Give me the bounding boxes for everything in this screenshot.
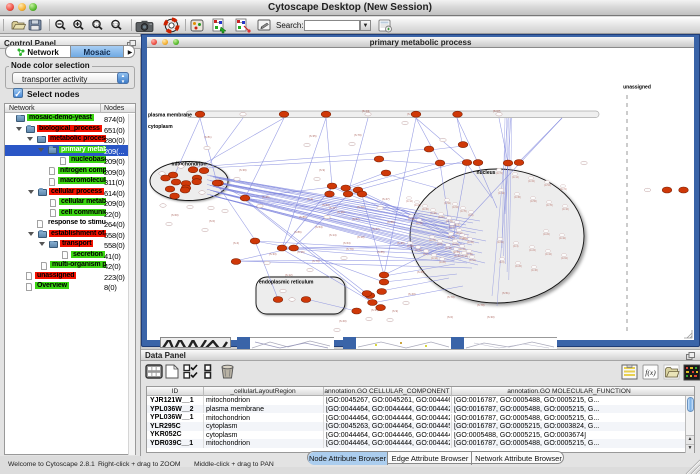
svg-text:(G:26): (G:26)	[515, 265, 522, 268]
svg-text:(G:12): (G:12)	[406, 200, 413, 203]
svg-text:(S:47): (S:47)	[382, 197, 390, 201]
svg-text:(G:42): (G:42)	[461, 255, 468, 258]
svg-text:(S:54): (S:54)	[315, 225, 323, 229]
svg-text:(G:70): (G:70)	[415, 249, 422, 252]
svg-text:(G:44): (G:44)	[545, 253, 552, 256]
svg-text:(G:34): (G:34)	[467, 241, 474, 244]
svg-text:(S:51): (S:51)	[502, 291, 510, 295]
svg-text:(S:0): (S:0)	[209, 219, 215, 223]
svg-text:(G:60): (G:60)	[438, 216, 445, 219]
svg-text:(G:2): (G:2)	[423, 253, 429, 256]
svg-text:(G:22): (G:22)	[459, 237, 466, 240]
svg-text:(S:70): (S:70)	[357, 205, 365, 209]
svg-text:(S:15): (S:15)	[337, 210, 345, 214]
svg-text:(G:24): (G:24)	[414, 204, 421, 207]
svg-text:(G:36): (G:36)	[514, 196, 521, 199]
svg-text:(S:77): (S:77)	[329, 206, 337, 210]
svg-text:(G:58): (G:58)	[407, 245, 414, 248]
svg-text:(S:40): (S:40)	[408, 292, 416, 296]
svg-text:(S:10): (S:10)	[357, 235, 365, 239]
svg-text:(S:4): (S:4)	[233, 241, 239, 245]
svg-text:(S:79): (S:79)	[354, 133, 362, 137]
svg-text:(G:16): (G:16)	[498, 192, 505, 195]
svg-text:(S:25): (S:25)	[297, 250, 305, 254]
svg-text:mitochondrion: mitochondrion	[172, 161, 207, 167]
svg-text:(G:14): (G:14)	[512, 176, 519, 179]
svg-text:(G:52): (G:52)	[444, 202, 451, 205]
svg-text:(G:54): (G:54)	[544, 184, 551, 187]
svg-text:(S:67): (S:67)	[352, 217, 360, 221]
svg-text:endoplasmic reticulum: endoplasmic reticulum	[259, 279, 314, 285]
svg-text:(G:64): (G:64)	[561, 257, 568, 260]
svg-text:(G:54): (G:54)	[469, 259, 476, 262]
svg-text:(G:24): (G:24)	[529, 249, 536, 252]
svg-text:(G:48): (G:48)	[430, 212, 437, 215]
svg-text:(S:33): (S:33)	[269, 252, 277, 256]
svg-text:(G:22): (G:22)	[543, 233, 550, 236]
svg-text:(G:10): (G:10)	[448, 236, 455, 239]
svg-text:(G:14): (G:14)	[431, 257, 438, 260]
svg-text:(S:81): (S:81)	[204, 135, 212, 139]
svg-text:(S:79): (S:79)	[312, 259, 320, 263]
svg-text:(G:6): (G:6)	[499, 261, 505, 264]
svg-text:(G:76): (G:76)	[460, 210, 467, 213]
svg-text:(S:86): (S:86)	[299, 215, 307, 219]
svg-text:(S:2): (S:2)	[307, 197, 313, 201]
svg-text:(G:32): (G:32)	[408, 218, 415, 221]
svg-text:(S:12): (S:12)	[285, 273, 293, 277]
svg-text:(S:47): (S:47)	[372, 227, 380, 231]
svg-text:(G:18): (G:18)	[445, 247, 452, 250]
svg-text:(S:35): (S:35)	[309, 134, 317, 138]
svg-text:(S:9): (S:9)	[319, 168, 325, 172]
svg-text:(G:26): (G:26)	[439, 261, 446, 264]
svg-text:(G:72): (G:72)	[446, 220, 453, 223]
svg-text:cytoplasm: cytoplasm	[148, 124, 173, 130]
svg-text:(S:39): (S:39)	[239, 168, 247, 172]
svg-text:(S:79): (S:79)	[346, 247, 354, 251]
svg-text:(G:74): (G:74)	[560, 188, 567, 191]
svg-text:(G:36): (G:36)	[422, 208, 429, 211]
svg-text:(S:9): (S:9)	[392, 309, 398, 313]
svg-text:(G:56): (G:56)	[530, 200, 537, 203]
svg-text:(G:30): (G:30)	[453, 251, 460, 254]
svg-text:(G:16): (G:16)	[562, 208, 569, 211]
svg-text:1:1: 1:1	[113, 22, 119, 27]
svg-text:(G:4): (G:4)	[454, 224, 460, 227]
svg-text:nucleus: nucleus	[477, 170, 496, 176]
svg-text:(G:8): (G:8)	[468, 214, 474, 217]
svg-text:(G:74): (G:74)	[429, 239, 436, 242]
svg-text:(G:34): (G:34)	[528, 180, 535, 183]
svg-text:unassigned: unassigned	[623, 84, 651, 90]
svg-text:(S:60): (S:60)	[171, 213, 179, 217]
svg-text:(S:70): (S:70)	[447, 295, 455, 299]
svg-text:(S:64): (S:64)	[343, 241, 351, 245]
svg-text:(S:46): (S:46)	[397, 241, 405, 245]
svg-text:(G:46): (G:46)	[531, 269, 538, 272]
svg-text:(G:64): (G:64)	[497, 241, 504, 244]
svg-text:(S:85): (S:85)	[387, 220, 395, 224]
svg-text:(G:44): (G:44)	[416, 222, 423, 225]
svg-text:(S:45): (S:45)	[417, 270, 425, 274]
svg-text:(G:42): (G:42)	[559, 237, 566, 240]
svg-text:(G:33): (G:33)	[459, 248, 466, 251]
svg-text:(G:6): (G:6)	[437, 243, 443, 246]
svg-text:(S:85): (S:85)	[377, 250, 385, 254]
svg-text:plasma membrane: plasma membrane	[148, 112, 192, 118]
svg-text:(S:86): (S:86)	[294, 230, 302, 234]
svg-text:f(x): f(x)	[645, 368, 656, 377]
svg-text:(S:0): (S:0)	[447, 315, 453, 319]
svg-text:(S:14): (S:14)	[329, 233, 337, 237]
svg-text:(G:74): (G:74)	[496, 172, 503, 175]
svg-text:(G:64): (G:64)	[452, 206, 459, 209]
svg-text:(G:35): (G:35)	[454, 255, 461, 258]
svg-text:(S:78): (S:78)	[477, 303, 485, 307]
svg-text:(S:40): (S:40)	[339, 319, 347, 323]
svg-text:(G:21): (G:21)	[452, 243, 459, 246]
svg-text:(G:4): (G:4)	[513, 245, 519, 248]
svg-text:(S:30): (S:30)	[487, 315, 495, 319]
svg-text:(S:45): (S:45)	[262, 195, 270, 199]
svg-text:(G:76): (G:76)	[546, 204, 553, 207]
